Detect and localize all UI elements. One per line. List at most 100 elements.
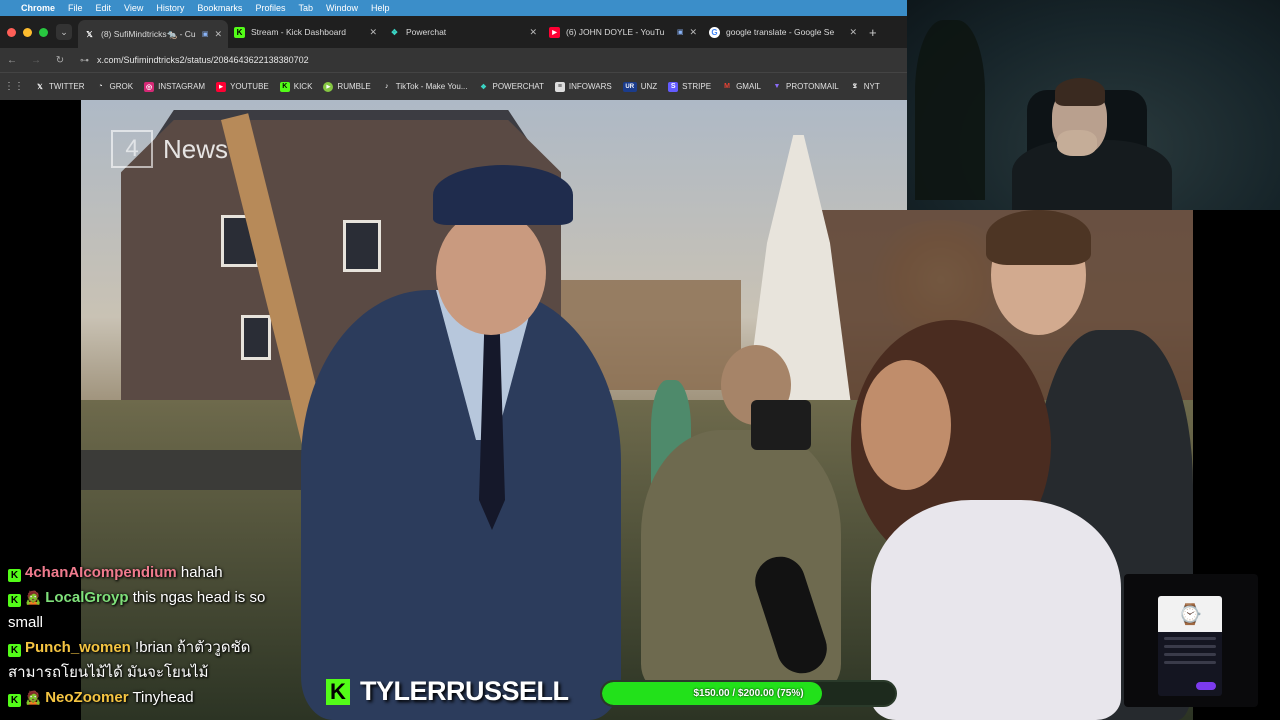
close-tab-icon[interactable]: ✕ (849, 27, 857, 38)
audio-icon[interactable]: ▣ (677, 28, 684, 36)
tab-title: google translate - Google Se (726, 27, 835, 37)
youtube-icon: ▶ (216, 81, 227, 92)
bookmark-label: GMAIL (736, 82, 761, 91)
bookmark-stripe[interactable]: S STRIPE (668, 81, 712, 92)
close-tab-icon[interactable]: ✕ (529, 27, 537, 38)
bookmark-gmail[interactable]: M GMAIL (722, 82, 761, 92)
kick-badge-icon: K (8, 694, 21, 707)
watch-icon: ⌚ (1158, 596, 1222, 632)
bookmark-label: KICK (293, 82, 313, 91)
bookmark-protonmail[interactable]: ▼ PROTONMAIL (772, 82, 839, 92)
menu-profiles[interactable]: Profiles (255, 3, 285, 13)
menu-help[interactable]: Help (371, 3, 390, 13)
menu-edit[interactable]: Edit (96, 3, 112, 13)
bookmark-label: INSTAGRAM (158, 82, 206, 91)
kick-badge-icon: K (8, 569, 21, 582)
menu-view[interactable]: View (124, 3, 143, 13)
bookmark-label: PROTONMAIL (785, 82, 839, 91)
fullscreen-window-button[interactable] (39, 27, 48, 37)
emoji-badge: 🧟 (25, 690, 42, 705)
product-detail-line (1164, 661, 1216, 664)
bookmark-label: STRIPE (682, 82, 712, 91)
product-detail-line (1164, 653, 1216, 656)
bookmark-nyt[interactable]: 𝕿 NYT (850, 82, 880, 92)
bookmark-infowars[interactable]: ≡ INFOWARS (554, 81, 612, 92)
chat-username: NeoZoomer (45, 689, 129, 706)
unz-icon: UR (622, 81, 637, 92)
stripe-icon: S (668, 81, 679, 92)
powerchat-icon: ❖ (390, 27, 399, 37)
tab-title: (6) JOHN DOYLE - YouTu (566, 27, 665, 37)
tab-search-icon[interactable]: ⌄ (56, 24, 72, 40)
donation-goal-bar: $150.00 / $200.00 (75%) (600, 680, 897, 707)
chat-message: K 4chanAIcompendium hahah (8, 560, 298, 585)
x-icon: 𝕏 (86, 29, 93, 39)
menu-window[interactable]: Window (326, 3, 358, 13)
reload-icon[interactable]: ↻ (48, 55, 72, 66)
bookmark-kick[interactable]: K KICK (279, 81, 313, 92)
chat-message: K 🧟 LocalGroyp this ngas head is so small (8, 585, 298, 635)
tab-x-post[interactable]: 𝕏 (8) SufiMindtricks🐀 - Cu ▣ ✕ (78, 20, 228, 48)
tab-kick-dashboard[interactable]: K Stream - Kick Dashboard ✕ (228, 20, 383, 44)
x-icon: 𝕏 (37, 83, 43, 91)
product-widget[interactable]: ⌚ (1124, 574, 1258, 707)
man-in-suit-head (436, 210, 546, 335)
bookmark-youtube[interactable]: ▶ YOUTUBE (216, 81, 269, 92)
chat-username: LocalGroyp (45, 589, 129, 606)
minimize-window-button[interactable] (23, 27, 32, 37)
menu-file[interactable]: File (68, 3, 83, 13)
chat-message: K 🧟 NeoZoomer Tinyhead (8, 685, 298, 710)
back-arrow-icon[interactable]: ← (0, 55, 24, 66)
tab-title: Stream - Kick Dashboard (251, 27, 346, 37)
tab-youtube[interactable]: ▶ (6) JOHN DOYLE - YouTu ▣ ✕ (543, 20, 703, 44)
close-window-button[interactable] (7, 27, 16, 37)
menu-tab[interactable]: Tab (298, 3, 313, 13)
forward-arrow-icon[interactable]: → (24, 55, 48, 66)
bookmark-unz[interactable]: UR UNZ (622, 81, 658, 92)
bookmark-tiktok[interactable]: ♪ TikTok - Make You... (382, 82, 467, 92)
kick-logo-icon: K (326, 678, 350, 705)
product-detail-line (1164, 645, 1216, 648)
nyt-icon: 𝕿 (852, 82, 857, 90)
bookmark-instagram[interactable]: ◎ INSTAGRAM (144, 81, 206, 92)
protonmail-icon: ▼ (773, 83, 781, 90)
bookmark-rumble[interactable]: ▶ RUMBLE (323, 81, 371, 92)
streamer-hand (1057, 130, 1097, 156)
address-bar-row: ← → ↻ ⊶ x.com/Sufimindtricks2/status/208… (0, 48, 907, 72)
channel-logo: 4 News (111, 130, 228, 168)
url-field[interactable]: ⊶ x.com/Sufimindtricks2/status/208464362… (80, 55, 309, 66)
bookmark-twitter[interactable]: 𝕏 TWITTER (35, 82, 84, 92)
picnic-table (81, 450, 311, 490)
infowars-icon: ≡ (554, 81, 565, 92)
plant (915, 20, 985, 200)
tab-powerchat[interactable]: ❖ Powerchat ✕ (383, 20, 543, 44)
goal-text: $150.00 / $200.00 (75%) (693, 688, 804, 699)
bookmark-label: INFOWARS (568, 82, 612, 91)
menu-history[interactable]: History (156, 3, 184, 13)
tiktok-icon: ♪ (385, 83, 389, 90)
menu-app-name[interactable]: Chrome (21, 3, 55, 13)
chat-message: K Punch_women !brian ถ้าตัววูดชัดสามารถโย… (8, 635, 298, 685)
reporter-face (861, 360, 951, 490)
close-tab-icon[interactable]: ✕ (369, 27, 377, 38)
url-text[interactable]: x.com/Sufimindtricks2/status/20846436221… (97, 55, 309, 65)
bookmark-label: RUMBLE (337, 82, 371, 91)
close-tab-icon[interactable]: ✕ (214, 29, 222, 40)
bookmark-label: UNZ (640, 82, 658, 91)
tab-google-translate[interactable]: G google translate - Google Se ✕ (703, 20, 863, 44)
channel-logo-number: 4 (111, 130, 153, 168)
bookmark-grok[interactable]: ◔ GROK (96, 82, 133, 92)
new-tab-plus-icon[interactable]: + (869, 25, 877, 40)
bookmark-powerchat[interactable]: ❖ POWERCHAT (479, 82, 544, 92)
buy-button[interactable] (1196, 682, 1216, 690)
site-info-icon[interactable]: ⊶ (80, 55, 89, 66)
apps-grid-icon[interactable]: ⋮⋮ (4, 81, 24, 92)
gmail-icon: M (724, 83, 730, 90)
webcam-feed (907, 0, 1280, 210)
close-tab-icon[interactable]: ✕ (689, 27, 697, 38)
audio-icon[interactable]: ▣ (202, 30, 209, 38)
menu-bookmarks[interactable]: Bookmarks (197, 3, 242, 13)
bookmarks-bar: ⋮⋮ 𝕏 TWITTER ◔ GROK ◎ INSTAGRAM ▶ YOUTUBE KK… (0, 72, 907, 100)
powerchat-icon: ❖ (480, 83, 487, 91)
chat-overlay: K 4chanAIcompendium hahah K 🧟 LocalGroyp th… (8, 560, 298, 710)
